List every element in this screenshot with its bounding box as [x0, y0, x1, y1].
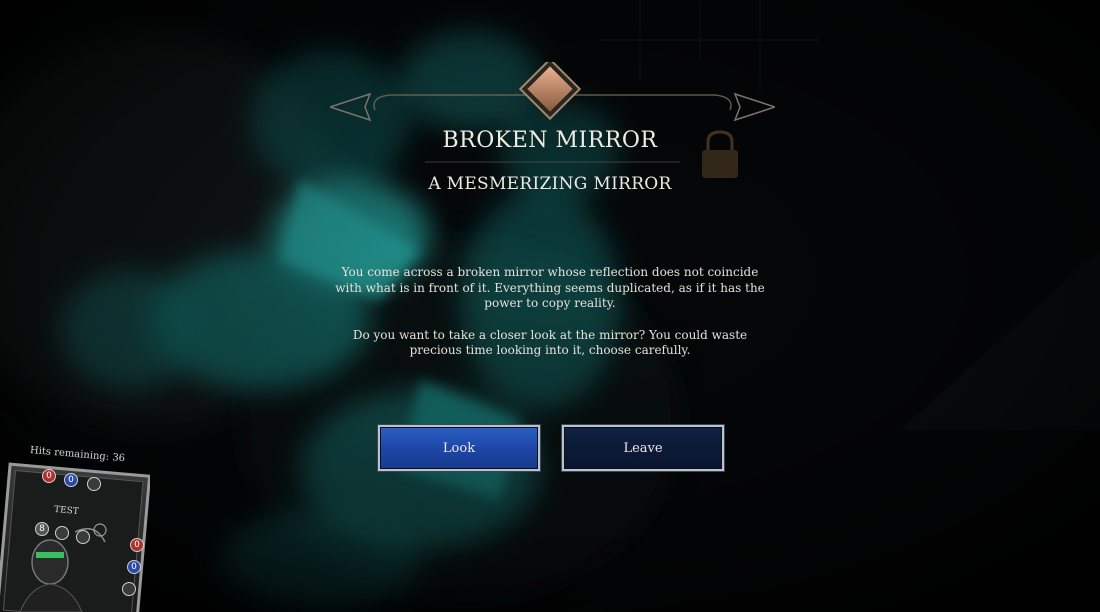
leave-button[interactable]: Leave: [562, 425, 724, 471]
empty-stat-slot: [55, 526, 69, 540]
arrow-left-icon: [330, 92, 372, 122]
side-defense-badge: 0: [127, 560, 141, 574]
diamond-gem-icon: [518, 62, 582, 121]
empty-stat-slot: [122, 582, 136, 596]
event-paragraph: You come across a broken mirror whose re…: [335, 265, 765, 310]
card-name: TEST: [53, 504, 80, 518]
arrow-right-icon: [733, 92, 775, 122]
event-title: BROKEN MIRROR: [442, 128, 658, 153]
leave-button-label: Leave: [623, 440, 663, 456]
empty-stat-slot: [87, 477, 101, 491]
event-subtitle: A MESMERIZING MIRROR: [428, 174, 672, 194]
look-button-label: Look: [442, 440, 476, 456]
look-button[interactable]: Look: [378, 425, 540, 471]
empty-stat-slot: [76, 530, 90, 544]
side-attack-badge: 0: [130, 538, 144, 552]
event-paragraph: Do you want to take a closer look at the…: [352, 327, 748, 358]
level-badge: 8: [35, 522, 49, 536]
event-description: You come across a broken mirror whose re…: [330, 265, 770, 375]
attack-stat-badge: 0: [42, 469, 56, 483]
defense-stat-badge: 0: [64, 473, 78, 487]
